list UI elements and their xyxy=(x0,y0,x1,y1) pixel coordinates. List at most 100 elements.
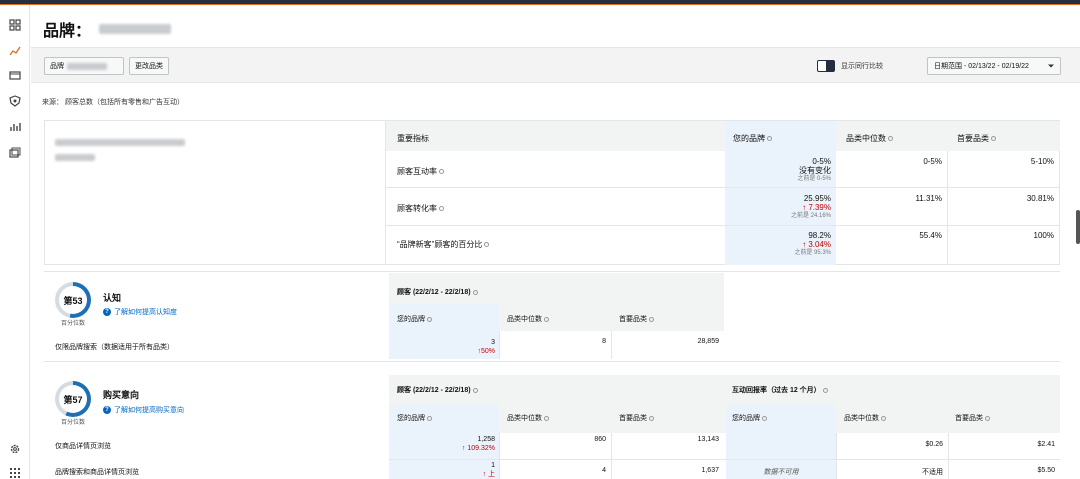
dashboard-grid-icon[interactable] xyxy=(7,17,23,33)
metrics-header-label: 重要指标 xyxy=(397,134,429,143)
info-icon[interactable] xyxy=(881,415,886,421)
info-icon[interactable] xyxy=(649,415,654,421)
intent-roi-median: $0.26 xyxy=(925,441,943,448)
intent-col: 品类中位数 xyxy=(844,413,886,423)
shield-icon[interactable] xyxy=(7,93,23,109)
chevron-down-icon xyxy=(1047,62,1055,72)
info-icon[interactable] xyxy=(544,415,549,421)
intent-col: 首要品类 xyxy=(955,413,990,423)
intent-roi-median: 不适用 xyxy=(922,469,943,476)
header-text: 互动回报率（过去 12 个月） xyxy=(732,387,821,394)
intent-col: 品类中位数 xyxy=(507,413,549,423)
change: ↑ 上 xyxy=(482,471,495,478)
info-icon[interactable] xyxy=(484,242,490,248)
redacted-text xyxy=(55,154,95,161)
metric-top-value: 30.81% xyxy=(1026,194,1054,203)
metrics-header-top: 首要品类 xyxy=(957,133,996,144)
awareness-help-link[interactable]: ? 了解如何提高认知度 xyxy=(103,307,177,317)
intent-title: 购买意向 xyxy=(103,390,140,400)
awareness-top-value: 28,859 xyxy=(697,338,719,345)
change-text: 上 xyxy=(488,471,495,478)
bar-chart-icon[interactable] xyxy=(7,119,23,135)
change: ↑ 109.32% xyxy=(461,445,495,452)
row-text: 顾客互动率 xyxy=(397,167,437,176)
intent-row-label: 品牌搜索和商品详情页浏览 xyxy=(55,469,139,476)
change: ↑ 3.04% xyxy=(802,240,831,249)
col-text: 首要品类 xyxy=(619,316,647,323)
sidebar xyxy=(0,5,30,479)
awareness-row-label: 仅限品牌搜索（数据适用于所有品类） xyxy=(55,344,174,351)
trend-icon[interactable] xyxy=(7,43,23,59)
intent-median-value: 4 xyxy=(602,467,606,474)
info-icon[interactable] xyxy=(762,415,767,421)
brand-name-redacted xyxy=(99,24,172,34)
intent-row-label: 仅商品详情页浏览 xyxy=(55,443,111,450)
info-icon[interactable] xyxy=(439,169,444,175)
change-text: 3.04% xyxy=(808,240,831,249)
change: ↑50% xyxy=(477,348,495,355)
page-title-row: 品牌： xyxy=(43,17,172,41)
change-category-button[interactable]: 更改品类 xyxy=(129,57,169,75)
col-text: 品类中位数 xyxy=(507,415,542,422)
metric-median-value: 11.31% xyxy=(915,194,942,203)
metric-brand-value: 25.95% ↑ 7.39% 之前是 24.16% xyxy=(725,194,831,221)
info-icon[interactable] xyxy=(649,316,654,322)
awareness-section-header: 顾客 (22/2/12 - 22/2/18) xyxy=(397,287,478,297)
metrics-header-median: 品类中位数 xyxy=(846,133,893,144)
info-icon[interactable] xyxy=(888,136,893,142)
gallery-icon[interactable] xyxy=(7,145,23,161)
metric-row-label: 顾客互动率 xyxy=(397,166,444,177)
question-icon: ? xyxy=(103,406,111,414)
gear-icon[interactable] xyxy=(7,441,23,457)
intent-help-link[interactable]: ? 了解如何提高购买意向 xyxy=(103,405,184,415)
intent-top-value: 1,637 xyxy=(701,467,719,474)
awareness-median-value: 8 xyxy=(602,338,606,345)
col-text: 首要品类 xyxy=(955,415,983,422)
info-icon[interactable] xyxy=(985,415,990,421)
intent-roi-top: $2.41 xyxy=(1037,441,1055,448)
awareness-brand-value: 3 ↑50% xyxy=(389,338,495,356)
info-icon[interactable] xyxy=(544,316,549,322)
apps-icon[interactable] xyxy=(7,465,23,479)
header-text: 您的品牌 xyxy=(733,134,765,143)
awareness-rank: 第53 xyxy=(63,296,83,306)
help-text: 了解如何提高认知度 xyxy=(114,309,177,316)
change: 没有变化 xyxy=(799,166,831,175)
brand-value-redacted xyxy=(67,62,107,70)
brand-button[interactable]: 品牌 xyxy=(44,57,124,75)
awareness-col-brand: 您的品牌 xyxy=(397,314,432,324)
question-icon: ? xyxy=(103,308,111,316)
scrollbar[interactable] xyxy=(1076,210,1080,244)
info-icon[interactable] xyxy=(822,387,828,393)
wallet-icon[interactable] xyxy=(7,67,23,83)
info-icon[interactable] xyxy=(427,316,432,322)
metric-top-value: 100% xyxy=(1033,231,1054,240)
col-text: 您的品牌 xyxy=(732,415,760,422)
info-icon[interactable] xyxy=(439,206,444,212)
compare-toggle[interactable] xyxy=(817,60,835,72)
row-text: 顾客转化率 xyxy=(397,204,437,213)
intent-col: 您的品牌 xyxy=(732,413,767,423)
value: 0-5% xyxy=(812,157,831,166)
value: 1 xyxy=(491,462,495,469)
date-range-select[interactable]: 日期范围 - 02/13/22 - 02/19/22 xyxy=(927,57,1061,75)
intent-top-value: 13,143 xyxy=(697,436,719,443)
metric-median-value: 0-5% xyxy=(923,157,942,166)
intent-col: 您的品牌 xyxy=(397,413,432,423)
awareness-col-median: 品类中位数 xyxy=(507,314,549,324)
info-icon[interactable] xyxy=(767,136,772,142)
awareness-col-top: 首要品类 xyxy=(619,314,654,324)
info-icon[interactable] xyxy=(427,415,432,421)
info-icon[interactable] xyxy=(991,136,996,142)
date-range-value: 日期范围 - 02/13/22 - 02/19/22 xyxy=(934,63,1029,70)
intent-col: 首要品类 xyxy=(619,413,654,423)
compare-toggle-label: 显示同行比较 xyxy=(841,63,883,70)
brand-button-label: 品牌 xyxy=(50,63,64,70)
col-text: 您的品牌 xyxy=(397,415,425,422)
header-text: 首要品类 xyxy=(957,134,989,143)
info-icon[interactable] xyxy=(472,387,478,393)
col-text: 品类中位数 xyxy=(507,316,542,323)
intent-rank: 第57 xyxy=(63,395,83,405)
toolbar: 品牌 更改品类 显示同行比较 日期范围 - 02/13/22 - 02/19/2… xyxy=(31,47,1080,83)
info-icon[interactable] xyxy=(472,289,478,295)
